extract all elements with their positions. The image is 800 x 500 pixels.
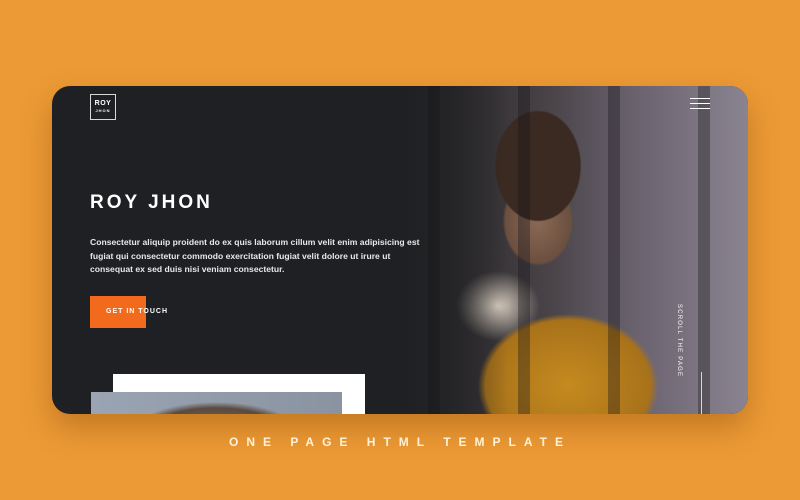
template-preview-card: ROY JHON ROY JHON Consectetur aliquip pr…	[52, 86, 748, 414]
hero-photo	[388, 86, 748, 414]
hero-title: ROY JHON	[90, 192, 213, 213]
about-image	[91, 392, 342, 414]
template-caption: ONE PAGE HTML TEMPLATE	[228, 435, 571, 449]
logo[interactable]: ROY JHON	[90, 94, 116, 120]
hamburger-menu-icon[interactable]	[690, 98, 710, 112]
scroll-indicator-line	[701, 372, 702, 414]
scroll-indicator-label[interactable]: SCROLL THE PAGE	[676, 304, 682, 377]
get-in-touch-button[interactable]: GET IN TOUCH	[90, 296, 210, 328]
hero-description: Consectetur aliquip proident do ex quis …	[90, 237, 420, 274]
